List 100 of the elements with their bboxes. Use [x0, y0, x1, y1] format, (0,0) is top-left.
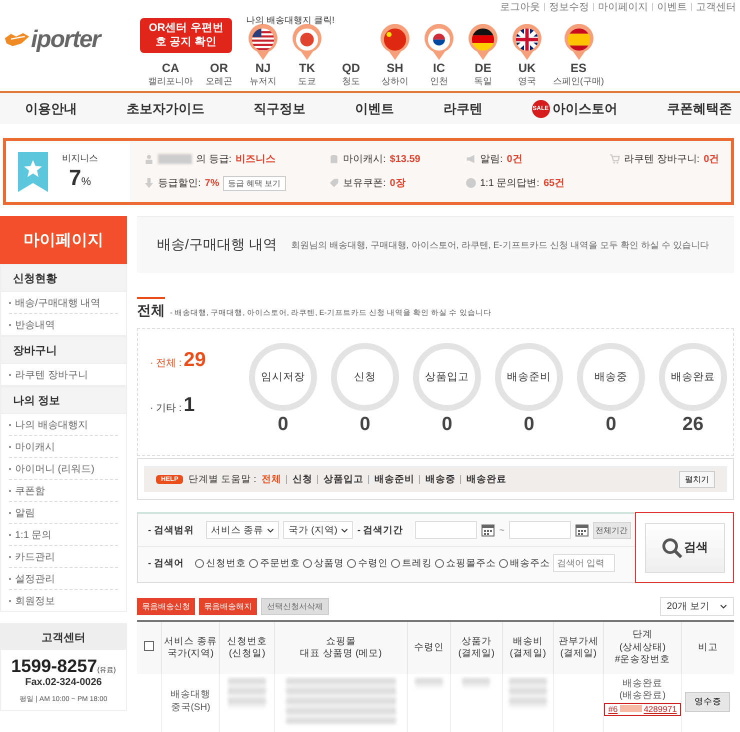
notice-bubble[interactable]: OR센터 우편번호 공지 확인: [140, 18, 232, 53]
filter-dropdown[interactable]: 국가 (지역): [283, 521, 354, 539]
radio-option[interactable]: 신청번호: [194, 556, 246, 570]
flag-pin-icon[interactable]: [422, 24, 456, 62]
stage-circle[interactable]: 배송완료: [659, 343, 727, 411]
flag-pin-icon[interactable]: [562, 24, 596, 62]
stage-circle[interactable]: 신청: [331, 343, 399, 411]
sidebar-item[interactable]: 배송/구매대행 내역: [15, 296, 101, 310]
top-link[interactable]: 고객센터: [696, 0, 736, 14]
radio-option[interactable]: 트레킹: [390, 556, 432, 570]
sidebar-item[interactable]: 마이캐시: [15, 440, 55, 454]
info-label: 알림:: [480, 153, 503, 166]
page-title: 배송/구매대행 내역: [157, 236, 277, 254]
sidebar-item[interactable]: 1:1 문의: [15, 528, 52, 542]
column-header: 관부가세 (결제일): [553, 621, 604, 674]
sidebar-title: 마이페이지: [0, 216, 127, 264]
table-cell: 배송대행 중국(SH): [161, 674, 220, 732]
info-label: 1:1 문의답변:: [480, 177, 540, 190]
top-link[interactable]: 정보수정: [549, 0, 589, 14]
sidebar-item[interactable]: 반송내역: [15, 318, 55, 332]
info-label: 마이캐시:: [343, 153, 386, 166]
flag-pin-icon[interactable]: [246, 24, 280, 62]
page-size-dropdown[interactable]: 20개 보기: [660, 596, 734, 616]
help-label: 단계별 도움말 :: [188, 472, 256, 486]
radio-option[interactable]: 수령인: [346, 556, 388, 570]
sidebar-item[interactable]: 회원정보: [15, 594, 55, 608]
all-period-button[interactable]: 전체기간: [592, 522, 630, 538]
sidebar-item[interactable]: 설정관리: [15, 572, 55, 586]
flag-pin-icon[interactable]: [466, 24, 500, 62]
top-link[interactable]: 이벤트: [657, 0, 687, 14]
bookmark-star-icon: [18, 152, 48, 192]
stage-circle[interactable]: 임시저장: [249, 343, 317, 411]
help-link[interactable]: 신청: [292, 472, 312, 486]
radio-option[interactable]: 주문번호: [248, 556, 300, 570]
sidebar-section: 신청현황: [0, 264, 127, 292]
location-code[interactable]: IC: [433, 62, 446, 75]
keyword-field[interactable]: 검색어 입력: [552, 554, 615, 572]
sidebar-item[interactable]: 나의 배송대행지: [15, 418, 88, 432]
action-button[interactable]: 묶음배송해지: [199, 598, 257, 614]
sidebar-item[interactable]: 알림: [15, 506, 35, 520]
search-button[interactable]: 검색: [644, 522, 724, 572]
top-link[interactable]: 로그아웃: [500, 0, 540, 14]
expand-button[interactable]: 펼치기: [679, 470, 715, 488]
date-field[interactable]: [508, 521, 570, 539]
flag-pin-icon[interactable]: [510, 24, 544, 62]
location-code[interactable]: DE: [474, 62, 492, 75]
stage-circle[interactable]: 배송중: [577, 343, 645, 411]
redacted-block: [228, 678, 266, 708]
top-link[interactable]: 마이페이지: [598, 0, 648, 14]
column-header: 상품가 (결제일): [450, 621, 503, 674]
stage-circle[interactable]: 상품입고: [413, 343, 481, 411]
tracking-link[interactable]: #6 4289971: [604, 702, 681, 716]
location-code[interactable]: SH: [386, 62, 404, 75]
column-header: 수령인: [408, 621, 450, 674]
redacted-block: [462, 678, 490, 688]
radio-option[interactable]: 쇼핑몰주소: [434, 556, 496, 570]
help-link[interactable]: 배송완료: [466, 472, 506, 486]
grade-benefit-button[interactable]: 등급 혜택 보기: [223, 176, 286, 190]
receipt-button[interactable]: 영수증: [685, 692, 730, 712]
sidebar-item[interactable]: 아이머니 (리워드): [15, 462, 94, 476]
location-code[interactable]: UK: [518, 62, 536, 75]
stage-count: 0: [360, 414, 370, 436]
location-code[interactable]: ES: [570, 62, 587, 75]
radio-option[interactable]: 배송주소: [498, 556, 550, 570]
location-code[interactable]: TK: [299, 62, 316, 75]
megaphone-icon: [466, 154, 476, 164]
stage-count: 0: [606, 414, 616, 436]
date-field[interactable]: [415, 521, 478, 539]
nav-item[interactable]: 쿠폰혜택존: [666, 100, 732, 118]
location-code[interactable]: CA: [162, 62, 180, 75]
action-button[interactable]: 묶음배송신청: [137, 598, 195, 614]
nav-item[interactable]: 직구정보: [254, 100, 306, 118]
sidebar-item[interactable]: 카드관리: [15, 550, 55, 564]
logo[interactable]: iporter: [4, 26, 100, 54]
select-all-checkbox[interactable]: [144, 640, 154, 651]
column-header: 쇼핑몰 대표 상품명 (메모): [274, 621, 408, 674]
help-link[interactable]: 상품입고: [323, 472, 364, 486]
radio-option[interactable]: 상품명: [302, 556, 344, 570]
location-code[interactable]: QD: [342, 62, 360, 75]
calendar-icon[interactable]: [481, 523, 496, 537]
info-label: 라쿠텐 장바구니:: [624, 153, 700, 166]
location-code[interactable]: NJ: [255, 62, 271, 75]
nav-item[interactable]: 이벤트: [354, 100, 394, 118]
filter-dropdown[interactable]: 서비스 종류: [206, 521, 280, 539]
action-button[interactable]: 선택신청서삭제: [261, 598, 329, 614]
location-code[interactable]: OR: [210, 62, 228, 75]
help-link[interactable]: 배송준비: [374, 472, 414, 486]
phone-number: 1599-8257: [11, 656, 98, 676]
person-icon: [144, 154, 154, 164]
nav-item[interactable]: 이용안내: [25, 100, 77, 118]
stage-count: 0: [442, 414, 452, 436]
stage-circle[interactable]: 배송준비: [495, 343, 563, 411]
total-label: · 기타 :: [150, 402, 182, 415]
calendar-icon[interactable]: [574, 523, 588, 537]
help-link[interactable]: 배송중: [425, 472, 456, 486]
location-name: 영국: [518, 75, 536, 88]
sidebar-item[interactable]: 쿠폰함: [15, 484, 45, 498]
nav-item[interactable]: 초보자가이드: [126, 100, 204, 118]
column-header: 신청번호 (신청일): [220, 621, 274, 674]
nav-item[interactable]: 라쿠텐: [443, 100, 482, 118]
